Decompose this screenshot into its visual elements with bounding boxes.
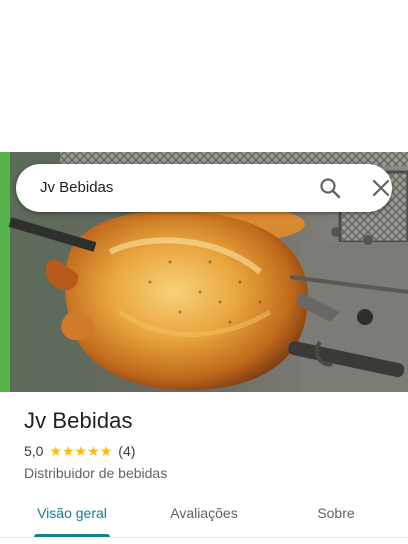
tab-overview[interactable]: Visão geral <box>24 490 120 538</box>
search-input[interactable]: Jv Bebidas <box>40 164 113 212</box>
close-icon[interactable] <box>369 176 393 200</box>
star-icon: ★ <box>74 443 88 459</box>
star-rating: ★ ★ ★ ★ ★ <box>49 444 112 458</box>
rating-row[interactable]: 5,0 ★ ★ ★ ★ ★ (4) <box>24 443 135 459</box>
place-category[interactable]: Distribuidor de bebidas <box>24 465 167 481</box>
star-icon: ★ <box>99 443 113 459</box>
tab-about[interactable]: Sobre <box>288 490 384 538</box>
search-icon[interactable] <box>318 176 342 200</box>
search-bar[interactable]: Jv Bebidas <box>16 164 392 212</box>
tab-divider <box>0 537 408 538</box>
tab-bar: Visão geral Avaliações Sobre <box>0 490 408 538</box>
star-icon: ★ <box>87 443 100 459</box>
place-title: Jv Bebidas <box>24 408 133 433</box>
rating-value: 5,0 <box>24 443 44 459</box>
star-icon: ★ <box>62 443 75 459</box>
review-count[interactable]: (4) <box>118 443 135 459</box>
star-icon: ★ <box>49 443 63 459</box>
tab-reviews[interactable]: Avaliações <box>156 490 252 538</box>
